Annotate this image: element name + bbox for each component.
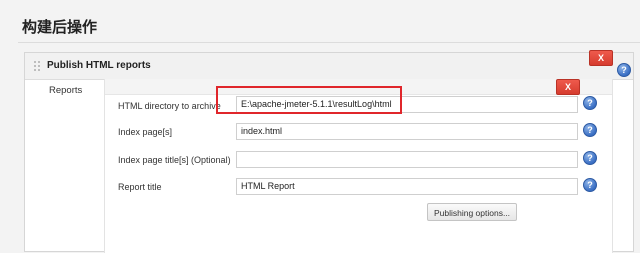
publisher-title: Publish HTML reports <box>47 60 151 71</box>
report-title-input[interactable]: HTML Report <box>236 178 578 195</box>
section-title: 构建后操作 <box>22 18 98 36</box>
help-icon[interactable]: ? <box>583 96 597 110</box>
publisher-header: Publish HTML reports <box>25 53 633 80</box>
help-icon[interactable]: ? <box>583 178 597 192</box>
publish-html-reports-panel: Publish HTML reports X ? Reports X HTML … <box>24 50 634 253</box>
delete-report-button[interactable]: X <box>556 79 580 95</box>
delete-publisher-button[interactable]: X <box>589 50 613 66</box>
index-page-titles-input[interactable] <box>236 151 578 168</box>
html-directory-input[interactable]: E:\apache-jmeter-5.1.1\resultLog\html <box>236 96 578 113</box>
report-entry-header <box>105 79 612 95</box>
index-pages-label: Index page[s] <box>118 127 173 137</box>
html-directory-label: HTML directory to archive <box>118 101 221 111</box>
section-divider <box>18 42 640 43</box>
report-entry-panel: X HTML directory to archive E:\apache-jm… <box>104 79 613 253</box>
index-pages-input[interactable]: index.html <box>236 123 578 140</box>
help-icon[interactable]: ? <box>617 63 631 77</box>
report-title-label: Report title <box>118 182 162 192</box>
reports-label: Reports <box>49 85 83 96</box>
publishing-options-button[interactable]: Publishing options... <box>427 203 517 221</box>
help-icon[interactable]: ? <box>583 151 597 165</box>
drag-handle-icon[interactable] <box>33 60 41 72</box>
help-icon[interactable]: ? <box>583 123 597 137</box>
index-page-titles-label: Index page title[s] (Optional) <box>118 155 231 165</box>
